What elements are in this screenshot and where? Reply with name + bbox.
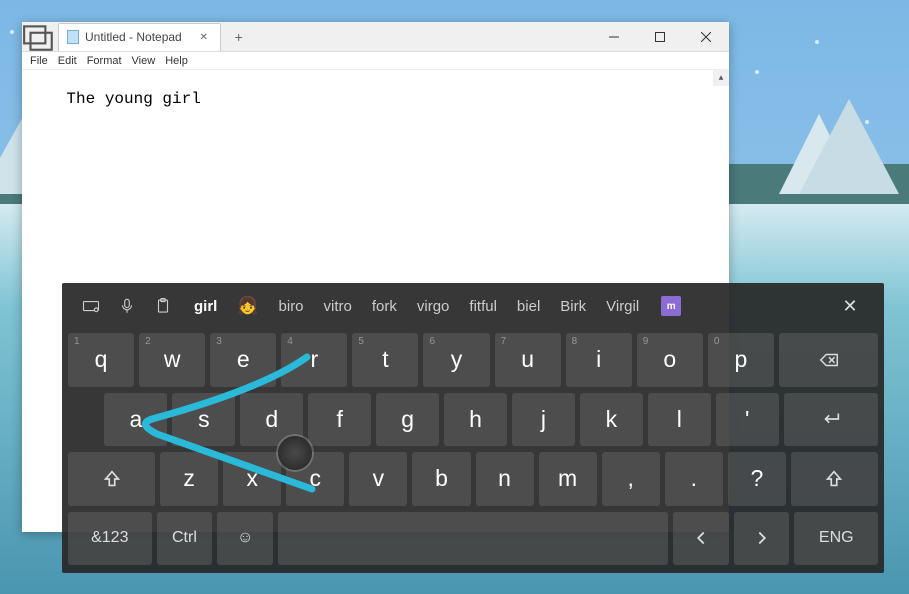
keyboard-close-button[interactable]: ✕	[830, 286, 870, 326]
suggestion-Birk[interactable]: Birk	[550, 283, 596, 329]
touch-indicator	[278, 436, 312, 470]
key-y[interactable]: 6y	[423, 333, 489, 387]
menu-edit[interactable]: Edit	[54, 52, 81, 69]
key-a[interactable]: a	[104, 393, 167, 447]
key-enter[interactable]	[784, 393, 878, 447]
suggestion-Virgil[interactable]: Virgil	[596, 283, 649, 329]
key-x[interactable]: x	[223, 452, 281, 506]
key-e[interactable]: 3e	[210, 333, 276, 387]
menu-file[interactable]: File	[26, 52, 52, 69]
key-i[interactable]: 8i	[566, 333, 632, 387]
key-arrow-left[interactable]	[673, 512, 729, 566]
key-o[interactable]: 9o	[637, 333, 703, 387]
key-backspace[interactable]	[779, 333, 878, 387]
key-question[interactable]: ?	[728, 452, 786, 506]
key-z[interactable]: z	[160, 452, 218, 506]
suggestion-emoji[interactable]: 👧	[227, 283, 268, 329]
key-n[interactable]: n	[476, 452, 534, 506]
key-s[interactable]: s	[172, 393, 235, 447]
key-h[interactable]: h	[444, 393, 507, 447]
document-icon	[67, 30, 79, 44]
key-q[interactable]: 1q	[68, 333, 134, 387]
key-period[interactable]: .	[665, 452, 723, 506]
key-w[interactable]: 2w	[139, 333, 205, 387]
clipboard-icon[interactable]	[148, 291, 178, 321]
tab-close-button[interactable]: ✕	[196, 29, 212, 45]
key-m[interactable]: m	[539, 452, 597, 506]
key-symbols[interactable]: &123	[68, 512, 152, 566]
key-arrow-right[interactable]	[734, 512, 790, 566]
suggestion-biel[interactable]: biel	[507, 283, 550, 329]
accent-tile-icon[interactable]: m	[661, 296, 681, 316]
scroll-up-button[interactable]: ▲	[713, 70, 729, 86]
suggestion-girl[interactable]: girl	[184, 283, 227, 329]
key-b[interactable]: b	[412, 452, 470, 506]
menubar: File Edit Format View Help	[22, 52, 729, 70]
task-view-icon[interactable]	[22, 22, 56, 52]
microphone-icon[interactable]	[112, 291, 142, 321]
key-space[interactable]	[278, 512, 668, 566]
menu-view[interactable]: View	[128, 52, 160, 69]
key-g[interactable]: g	[376, 393, 439, 447]
notepad-tab[interactable]: Untitled - Notepad ✕	[58, 23, 221, 51]
menu-format[interactable]: Format	[83, 52, 126, 69]
suggestion-biro[interactable]: biro	[269, 283, 314, 329]
suggestion-fork[interactable]: fork	[362, 283, 407, 329]
titlebar: Untitled - Notepad ✕ +	[22, 22, 729, 52]
text-content: The young girl	[66, 90, 200, 108]
key-k[interactable]: k	[580, 393, 643, 447]
key-apostrophe[interactable]: '	[716, 393, 779, 447]
key-ctrl[interactable]: Ctrl	[157, 512, 213, 566]
key-j[interactable]: j	[512, 393, 575, 447]
key-u[interactable]: 7u	[495, 333, 561, 387]
menu-help[interactable]: Help	[161, 52, 192, 69]
keyboard-top-bar: girl👧birovitroforkvirgofitfulbielBirkVir…	[62, 283, 884, 329]
key-comma[interactable]: ,	[602, 452, 660, 506]
key-v[interactable]: v	[349, 452, 407, 506]
key-language[interactable]: ENG	[794, 512, 878, 566]
key-r[interactable]: 4r	[281, 333, 347, 387]
key-shift-right[interactable]	[791, 452, 878, 506]
maximize-button[interactable]	[637, 22, 683, 52]
onscreen-keyboard: girl👧birovitroforkvirgofitfulbielBirkVir…	[62, 283, 884, 573]
close-button[interactable]	[683, 22, 729, 52]
key-emoji[interactable]: ☺	[217, 512, 273, 566]
key-shift-left[interactable]	[68, 452, 155, 506]
new-tab-button[interactable]: +	[225, 23, 253, 51]
suggestion-fitful[interactable]: fitful	[459, 283, 507, 329]
suggestion-virgo[interactable]: virgo	[407, 283, 460, 329]
minimize-button[interactable]	[591, 22, 637, 52]
key-p[interactable]: 0p	[708, 333, 774, 387]
key-f[interactable]: f	[308, 393, 371, 447]
keyboard-settings-icon[interactable]	[76, 291, 106, 321]
tab-title: Untitled - Notepad	[85, 30, 182, 44]
key-l[interactable]: l	[648, 393, 711, 447]
suggestion-vitro[interactable]: vitro	[314, 283, 362, 329]
key-t[interactable]: 5t	[352, 333, 418, 387]
